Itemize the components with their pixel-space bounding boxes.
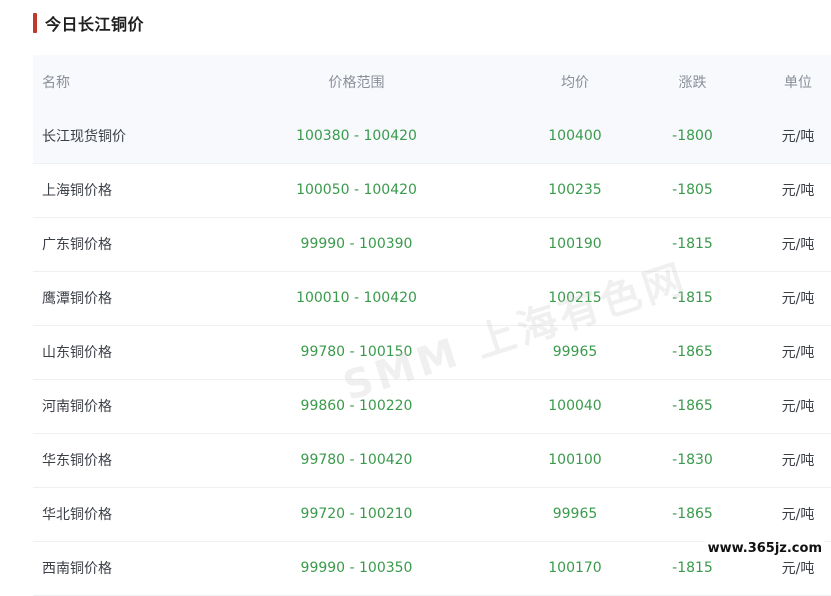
row-range: 100010 - 100420 [296,290,417,306]
price-table-container: 名称 价格范围 均价 涨跌 单位 长江现货铜价 100380 - 100420 … [33,55,831,596]
row-name: 华北铜价格 [42,507,112,523]
row-name: 长江现货铜价 [42,128,126,145]
row-avg: 99965 [552,506,598,522]
section-header: 今日长江铜价 [33,12,144,34]
row-name: 广东铜价格 [42,237,112,253]
row-unit: 元/吨 [781,128,815,145]
table-row[interactable]: 华东铜价格 99780 - 100420 100100 -1830 元/吨 [33,433,831,487]
row-avg: 100170 [548,560,602,576]
row-unit: 元/吨 [781,453,815,469]
row-change: -1830 [672,452,713,468]
row-range: 99860 - 100220 [300,398,413,414]
row-avg: 100235 [548,182,602,198]
row-name: 华东铜价格 [42,453,112,469]
page-title: 今日长江铜价 [45,15,145,34]
row-unit: 元/吨 [781,507,815,523]
row-range: 99990 - 100350 [300,560,413,576]
row-unit: 元/吨 [781,237,815,253]
row-name: 河南铜价格 [42,399,112,415]
site-watermark: www.365jz.com [704,540,825,557]
row-name: 鹰潭铜价格 [42,291,112,307]
table-row[interactable]: 上海铜价格 100050 - 100420 100235 -1805 元/吨 [33,163,831,217]
table-row[interactable]: 鹰潭铜价格 100010 - 100420 100215 -1815 元/吨 [33,271,831,325]
row-unit: 元/吨 [781,399,815,415]
row-range: 99780 - 100420 [300,452,413,468]
row-change: -1865 [672,506,713,522]
row-name: 山东铜价格 [42,345,112,361]
row-change: -1815 [672,236,713,252]
copper-price-table: 名称 价格范围 均价 涨跌 单位 长江现货铜价 100380 - 100420 … [33,55,831,596]
row-unit: 元/吨 [781,345,815,361]
row-range: 99720 - 100210 [300,506,413,522]
row-avg: 100400 [548,127,602,144]
row-change: -1800 [672,127,713,144]
row-avg: 100100 [548,452,602,468]
row-range: 100380 - 100420 [296,127,417,144]
row-range: 99990 - 100390 [300,236,413,252]
header-range: 价格范围 [328,75,385,91]
row-avg: 100040 [548,398,602,414]
row-change: -1865 [672,398,713,414]
table-body: 长江现货铜价 100380 - 100420 100400 -1800 元/吨 … [33,109,831,595]
row-unit: 元/吨 [781,183,815,199]
table-header-row: 名称 价格范围 均价 涨跌 单位 [33,55,831,109]
table-row[interactable]: 山东铜价格 99780 - 100150 99965 -1865 元/吨 [33,325,831,379]
row-change: -1865 [672,344,713,360]
row-unit: 元/吨 [781,291,815,307]
row-range: 99780 - 100150 [300,344,413,360]
header-name: 名称 [42,75,70,91]
row-range: 100050 - 100420 [296,182,417,198]
row-change: -1805 [672,182,713,198]
title-accent-bar [33,13,37,33]
table-row[interactable]: 长江现货铜价 100380 - 100420 100400 -1800 元/吨 [33,109,831,163]
row-avg: 100215 [548,290,602,306]
table-row[interactable]: 河南铜价格 99860 - 100220 100040 -1865 元/吨 [33,379,831,433]
row-name: 西南铜价格 [42,561,112,577]
table-row[interactable]: 华北铜价格 99720 - 100210 99965 -1865 元/吨 [33,487,831,541]
row-avg: 99965 [552,344,598,360]
row-avg: 100190 [548,236,602,252]
row-name: 上海铜价格 [42,183,112,199]
table-row[interactable]: 广东铜价格 99990 - 100390 100190 -1815 元/吨 [33,217,831,271]
header-unit: 单位 [784,75,812,91]
row-change: -1815 [672,290,713,306]
header-avg: 均价 [561,75,589,91]
header-change: 涨跌 [678,75,707,91]
